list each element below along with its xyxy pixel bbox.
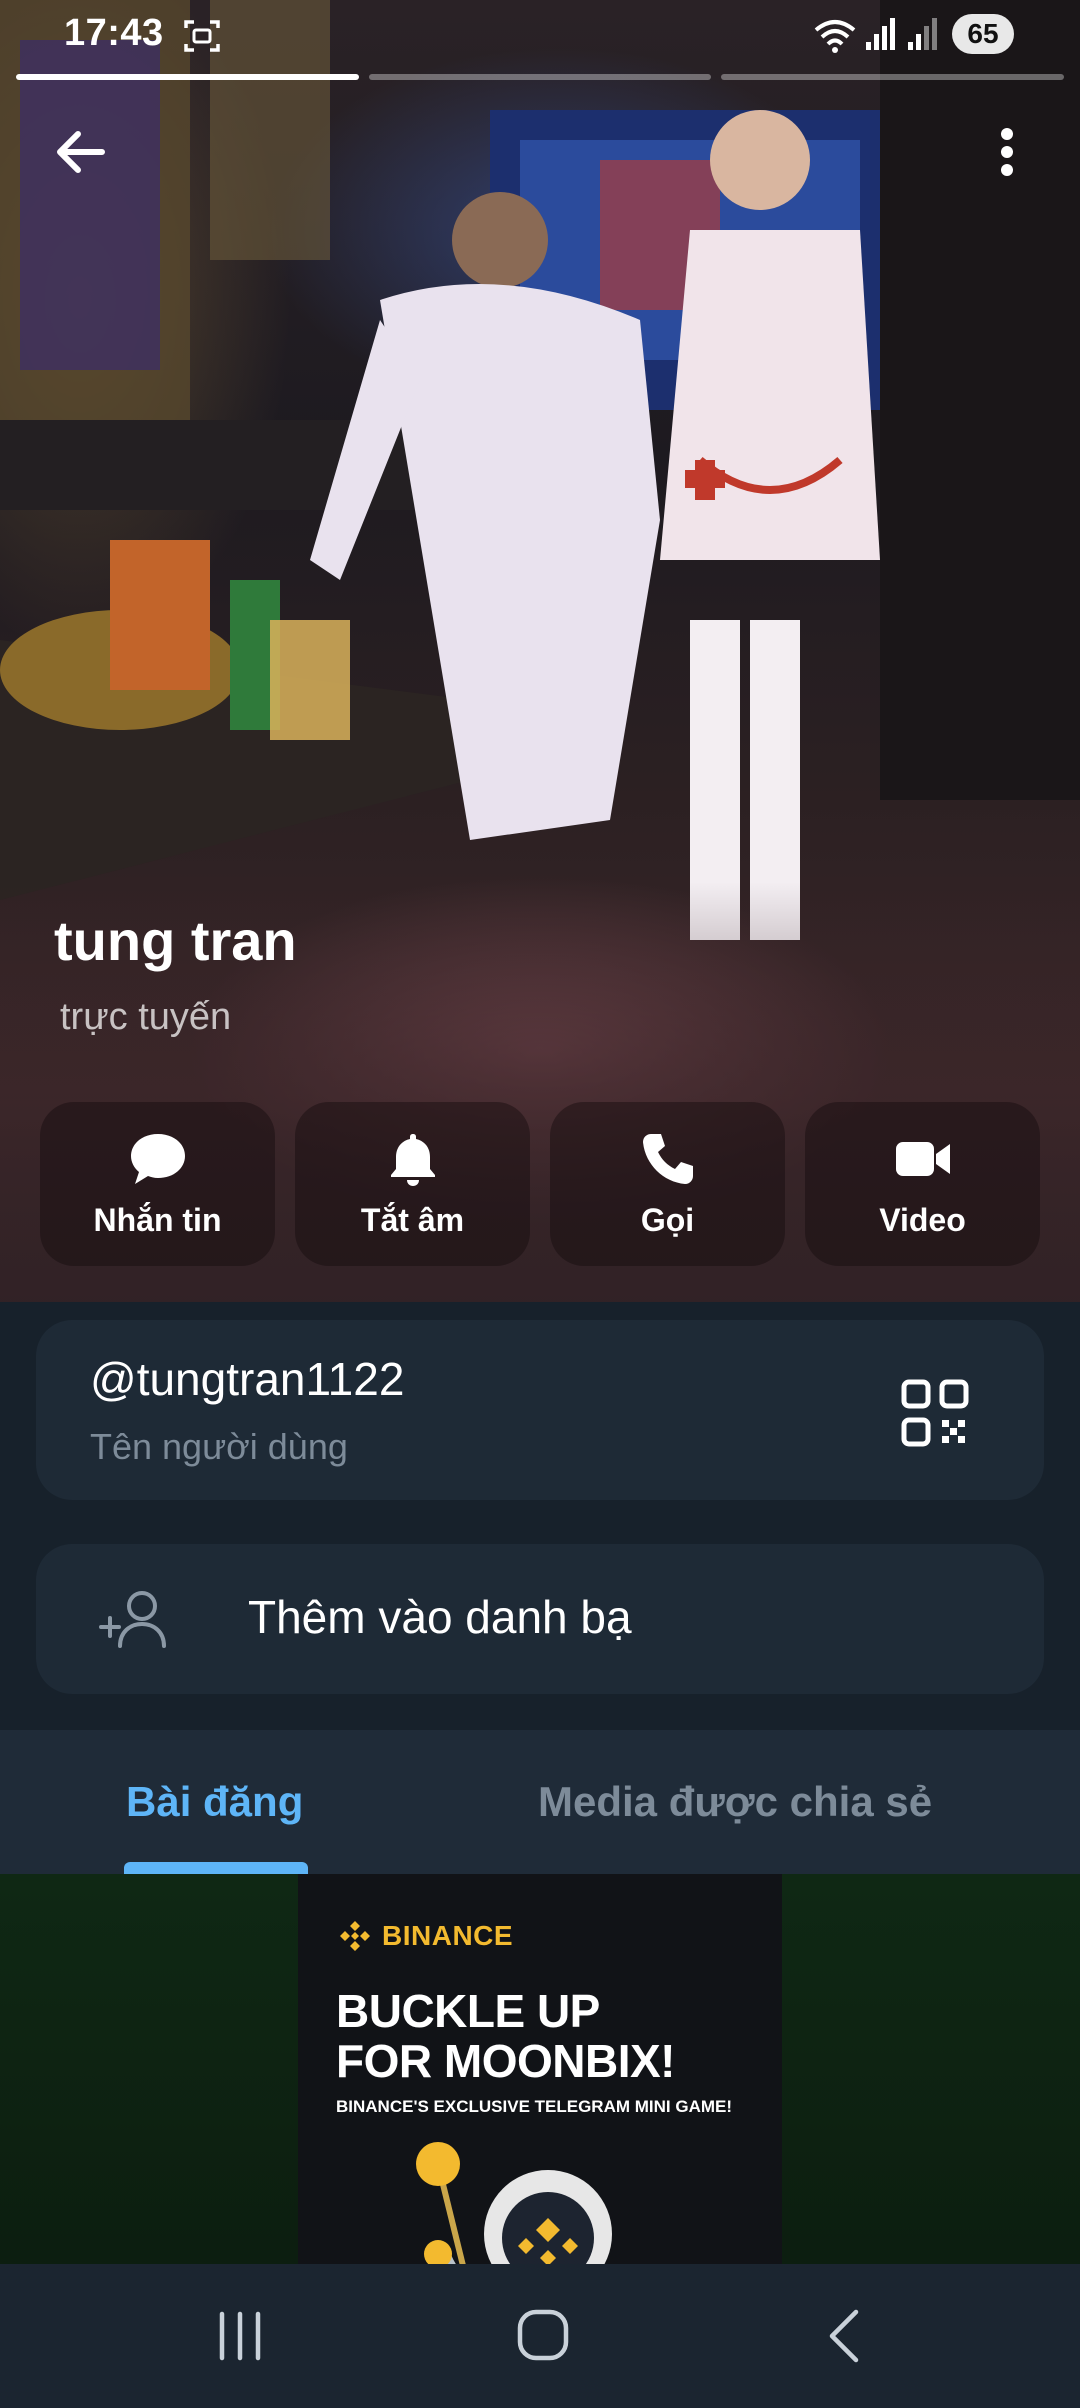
tab-active-indicator xyxy=(124,1862,308,1874)
video-call-button[interactable]: Video xyxy=(805,1102,1040,1266)
add-contact-label: Thêm vào danh bạ xyxy=(248,1591,632,1643)
video-camera-icon xyxy=(895,1142,950,1176)
message-button[interactable]: Nhắn tin xyxy=(40,1102,275,1266)
arrow-left-icon[interactable] xyxy=(40,110,124,194)
back-icon[interactable] xyxy=(820,2304,870,2368)
story-segment xyxy=(368,74,712,80)
action-label: Gọi xyxy=(640,1202,695,1238)
phone-icon xyxy=(642,1134,693,1184)
ad-brand: BINANCE xyxy=(382,1920,514,1951)
username-caption: Tên người dùng xyxy=(90,1426,348,1467)
qr-code-icon[interactable] xyxy=(898,1376,972,1450)
binance-logo: BINANCE xyxy=(338,1916,513,1956)
more-vertical-icon[interactable] xyxy=(982,110,1032,194)
action-label: Nhắn tin xyxy=(93,1202,222,1238)
ad-subtext: BINANCE'S EXCLUSIVE TELEGRAM MINI GAME! xyxy=(336,2097,733,2116)
profile-tabs: Bài đăng Media được chia sẻ xyxy=(0,1730,1080,1874)
add-person-icon xyxy=(99,1591,166,1648)
story-segment xyxy=(721,74,1065,80)
profile-name: tung tran xyxy=(54,909,297,972)
binance-diamond-icon xyxy=(340,1921,370,1951)
message-bubble-icon xyxy=(130,1134,185,1184)
story-segment xyxy=(16,74,359,80)
ad-headline-line-2: FOR MOONBIX! xyxy=(336,2035,675,2087)
profile-header: 17:43 65 tung tran trực tuyến Nhắn tin T… xyxy=(0,0,1080,1302)
tab-posts[interactable]: Bài đăng xyxy=(126,1730,303,1874)
username-card[interactable]: @tungtran1122 Tên người dùng xyxy=(36,1320,1044,1500)
home-icon[interactable] xyxy=(510,2302,576,2368)
call-button[interactable]: Gọi xyxy=(550,1102,785,1266)
profile-actions: Nhắn tin Tắt âm Gọi Video xyxy=(40,1102,1040,1266)
recent-apps-icon[interactable] xyxy=(210,2308,270,2364)
username-value: @tungtran1122 xyxy=(90,1353,405,1405)
action-label: Tắt âm xyxy=(360,1202,465,1238)
ad-headline-line-1: BUCKLE UP xyxy=(336,1985,600,2037)
story-progress xyxy=(16,74,1065,80)
signal-icon xyxy=(866,18,895,50)
status-bar: 17:43 65 xyxy=(0,0,1080,72)
mute-button[interactable]: Tắt âm xyxy=(295,1102,530,1266)
wifi-icon xyxy=(814,20,856,53)
bell-icon xyxy=(390,1134,435,1186)
profile-status: trực tuyến xyxy=(60,996,232,1038)
tab-shared-media[interactable]: Media được chia sẻ xyxy=(538,1730,932,1874)
system-navigation-bar xyxy=(0,2264,1080,2408)
action-label: Video xyxy=(879,1202,966,1238)
add-contact-button[interactable]: Thêm vào danh bạ xyxy=(36,1544,1044,1694)
screen-capture-icon xyxy=(184,20,220,52)
signal-icon xyxy=(908,18,937,50)
battery-indicator: 65 xyxy=(952,14,1014,54)
status-time: 17:43 xyxy=(64,12,164,54)
